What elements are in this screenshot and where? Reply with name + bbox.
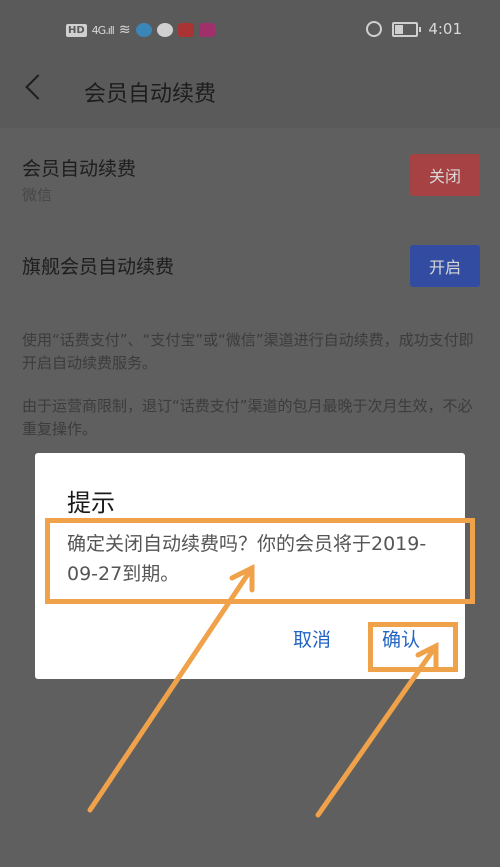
- arrow-to-confirm: [315, 643, 439, 818]
- annotation-arrows: [87, 563, 439, 818]
- arrow-to-message: [87, 565, 255, 813]
